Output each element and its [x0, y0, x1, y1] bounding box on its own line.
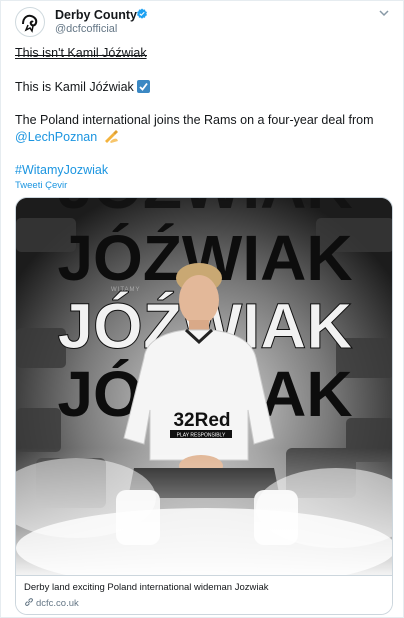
avatar[interactable]	[15, 7, 45, 37]
ram-crest-icon	[17, 9, 43, 35]
tweet-line-3-text: The Poland international joins the Rams …	[15, 113, 374, 127]
tweet-container: Derby County @dcfcofficial This isn't Ka…	[0, 0, 404, 618]
tweet-line-5: #WitamyJozwiak	[15, 162, 108, 179]
card-domain: dcfc.co.uk	[24, 597, 79, 609]
player-announcement-image: JÓŹWIAK JÓŹWIAK JÓŹWIAK JÓŹWIAK WITAMY	[16, 198, 392, 575]
card-footer[interactable]: Derby land exciting Poland international…	[16, 575, 392, 614]
card-domain-text: dcfc.co.uk	[36, 598, 79, 609]
shirt-sub-text: PLAY RESPONSIBLY	[177, 433, 226, 439]
verified-icon	[137, 8, 147, 19]
tweet-line-2-text: This is Kamil Jóźwiak	[15, 80, 134, 94]
hashtag-link[interactable]: #WitamyJozwiak	[15, 163, 108, 177]
tweet-line-3: The Poland international joins the Rams …	[15, 112, 374, 129]
handle[interactable]: @dcfcofficial	[55, 23, 117, 35]
card-title: Derby land exciting Poland international…	[24, 582, 269, 593]
svg-text:JÓŹWIAK: JÓŹWIAK	[57, 198, 352, 222]
display-name[interactable]: Derby County	[55, 8, 137, 22]
mention-link[interactable]: @LechPoznan	[15, 130, 97, 144]
struck-text: This isn't Kamil Jóźwiak	[15, 46, 147, 60]
card-image[interactable]: JÓŹWIAK JÓŹWIAK JÓŹWIAK JÓŹWIAK WITAMY	[16, 198, 392, 575]
shirt-sponsor-text: 32Red	[173, 410, 230, 431]
check-box-emoji-icon	[136, 80, 150, 93]
writing-hand-emoji-icon	[104, 130, 118, 143]
translate-tweet-link[interactable]: Tweeti Çevir	[15, 180, 67, 191]
chevron-down-icon[interactable]	[377, 7, 391, 19]
link-icon	[25, 598, 33, 606]
tweet-line-4: @LechPoznan	[15, 129, 120, 146]
tweet-header: Derby County @dcfcofficial	[15, 7, 395, 37]
tweet-line-1: This isn't Kamil Jóźwiak	[15, 45, 147, 62]
tweet-line-2: This is Kamil Jóźwiak	[15, 79, 150, 96]
link-card[interactable]: JÓŹWIAK JÓŹWIAK JÓŹWIAK JÓŹWIAK WITAMY	[15, 197, 393, 615]
small-tag-text: WITAMY	[111, 287, 141, 293]
